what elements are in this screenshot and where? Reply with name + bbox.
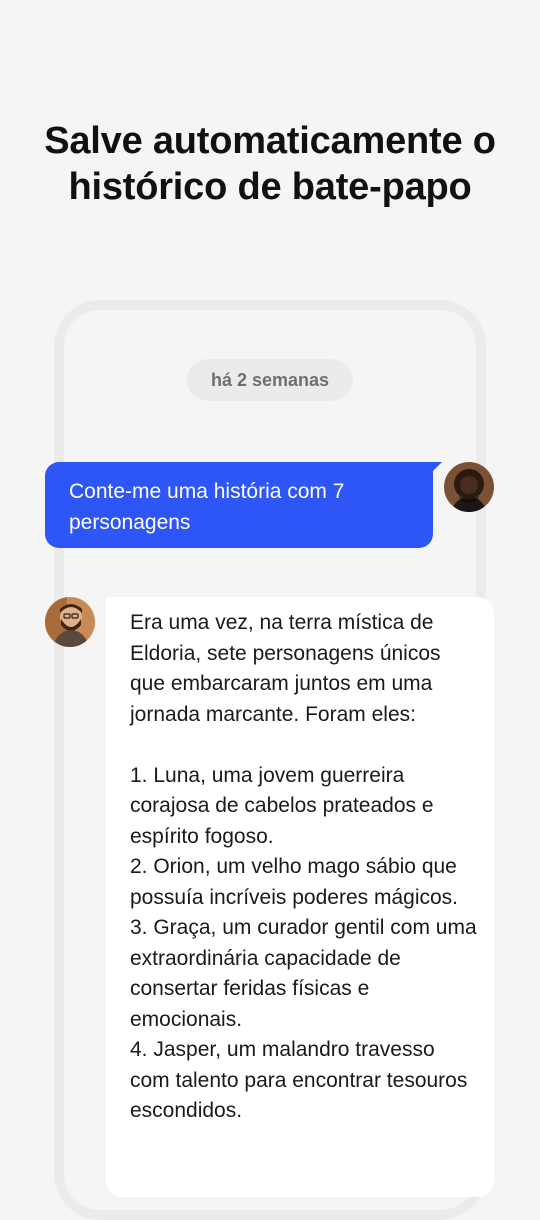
assistant-message-text: Era uma vez, na terra mística de Eldoria…	[130, 611, 477, 1122]
headline-line-2: histórico de bate-papo	[68, 166, 472, 208]
headline-line-1: Salve automaticamente o	[44, 120, 496, 162]
user-avatar	[444, 462, 494, 512]
timestamp-pill: há 2 semanas	[187, 359, 353, 401]
user-message-bubble[interactable]: Conte-me uma história com 7 personagens	[45, 462, 442, 548]
page-headline: Salve automaticamente o histórico de bat…	[0, 118, 540, 210]
assistant-avatar	[45, 597, 95, 647]
assistant-message-bubble[interactable]: Era uma vez, na terra mística de Eldoria…	[106, 597, 494, 1197]
